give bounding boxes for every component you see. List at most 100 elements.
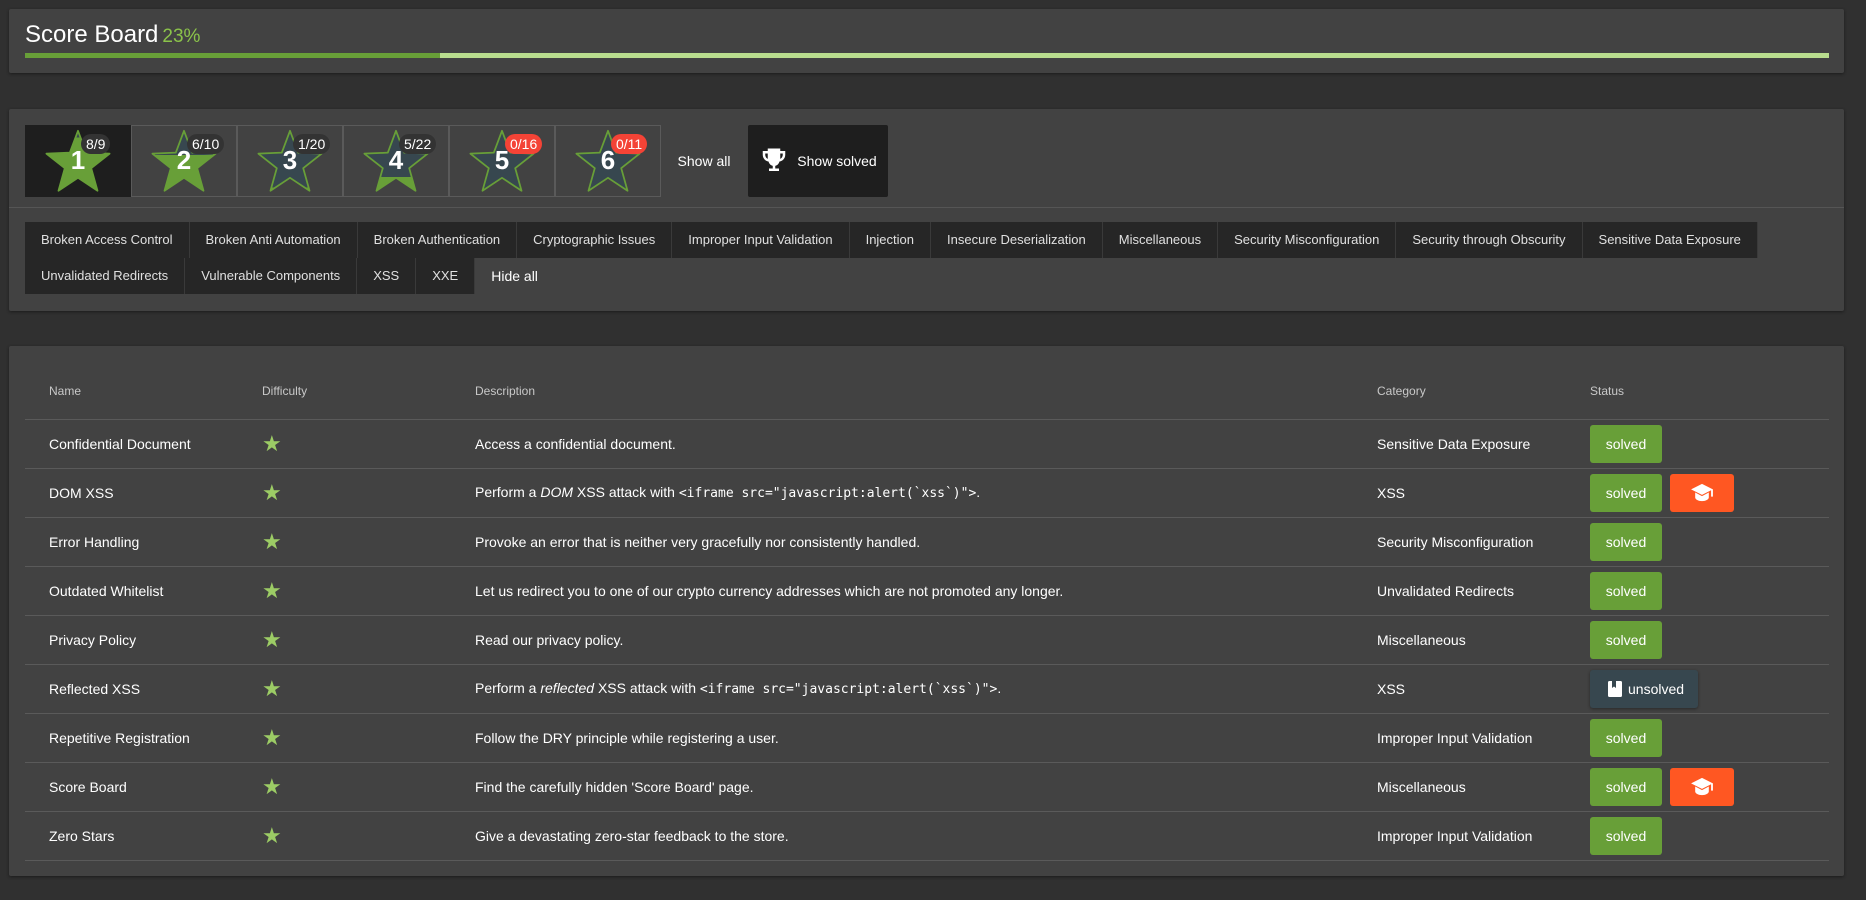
difficulty-filter-1[interactable]: 1 8/9 (25, 125, 131, 197)
challenge-status: solved (1566, 762, 1829, 812)
challenge-difficulty: ★ (238, 517, 451, 567)
progress-bar (25, 53, 1829, 58)
solved-count-badge: 0/16 (505, 134, 543, 154)
column-header-status[interactable]: Status (1566, 364, 1829, 420)
challenge-description: Provoke an error that is neither very gr… (451, 517, 1353, 567)
description-text: Provoke an error that is neither very gr… (475, 533, 921, 550)
challenge-name: Repetitive Registration (25, 713, 238, 763)
progress-percent: 23% (162, 26, 201, 47)
category-filter-xss[interactable]: XSS (357, 258, 417, 294)
solved-count-badge: 0/11 (611, 134, 648, 154)
category-filter-cryptographic-issues[interactable]: Cryptographic Issues (517, 222, 673, 258)
description-text: Follow the DRY principle while registeri… (475, 729, 779, 746)
star-icon: ★ (262, 430, 282, 456)
category-filter-broken-anti-automation[interactable]: Broken Anti Automation (189, 222, 358, 258)
difficulty-filter-row: 1 8/9 2 6/10 3 1/20 4 5/22 5 0/16 6 0/11 Show all Sh… (25, 125, 888, 197)
solved-count-badge: 8/9 (81, 134, 111, 154)
description-text: Access a confidential document. (475, 435, 676, 452)
challenge-description: Perform a DOM XSS attack with <iframe sr… (451, 468, 1353, 518)
category-filter-xxe[interactable]: XXE (416, 258, 476, 294)
solved-button[interactable]: solved (1590, 767, 1662, 806)
page-title: Score Board 23% (25, 21, 200, 49)
table-row: Repetitive Registration ★ Follow the DRY p… (25, 713, 1829, 763)
difficulty-filter-5[interactable]: 5 0/16 (449, 125, 555, 197)
description-text: Read our privacy policy. (475, 631, 624, 648)
challenge-name: Score Board (25, 762, 238, 812)
difficulty-level-label: 1 (70, 145, 86, 175)
hide-all-button[interactable]: Hide all (475, 258, 554, 294)
challenge-difficulty: ★ (238, 762, 451, 812)
hint-button[interactable] (1670, 473, 1734, 512)
table-header-row: Name Difficulty Description Category Sta… (25, 364, 1829, 420)
solved-button[interactable]: solved (1590, 424, 1662, 463)
challenge-category: Security Misconfiguration (1353, 517, 1566, 567)
challenge-status: solved (1566, 811, 1829, 861)
solved-button[interactable]: solved (1590, 718, 1662, 757)
solved-button[interactable]: solved (1590, 522, 1662, 561)
table-row: Outdated Whitelist ★ Let us redirect you t… (25, 566, 1829, 616)
challenge-category: Improper Input Validation (1353, 713, 1566, 763)
category-filter-improper-input-validation[interactable]: Improper Input Validation (672, 222, 850, 258)
category-filter-broken-access-control[interactable]: Broken Access Control (25, 222, 190, 258)
solved-count-badge: 5/22 (399, 134, 437, 154)
solved-button[interactable]: solved (1590, 473, 1662, 512)
challenge-name: Error Handling (25, 517, 238, 567)
description-text: Let us redirect you to one of our crypto… (475, 582, 1064, 599)
star-icon: ★ (262, 626, 282, 652)
hint-button[interactable] (1670, 767, 1734, 806)
challenge-difficulty: ★ (238, 713, 451, 763)
description-em: DOM (540, 484, 574, 500)
category-filter-broken-authentication[interactable]: Broken Authentication (357, 222, 518, 258)
description-text: . (997, 680, 1002, 696)
challenge-category: XSS (1353, 664, 1566, 714)
category-filter-miscellaneous[interactable]: Miscellaneous (1102, 222, 1219, 258)
unsolved-label: unsolved (1628, 680, 1685, 697)
difficulty-filter-6[interactable]: 6 0/11 (555, 125, 661, 197)
column-header-category[interactable]: Category (1353, 364, 1566, 420)
category-filter-insecure-deserialization[interactable]: Insecure Deserialization (931, 222, 1103, 258)
table-row: Error Handling ★ Provoke an error that is … (25, 517, 1829, 567)
challenge-name: Reflected XSS (25, 664, 238, 714)
unsolved-button[interactable]: unsolved (1590, 669, 1699, 708)
table-row: Score Board ★ Find the carefully hidden 'S… (25, 762, 1829, 812)
show-solved-button[interactable]: Show solved (748, 125, 888, 197)
challenge-status: solved (1566, 713, 1829, 763)
category-filter-row-1: Broken Access Control Broken Anti Automat… (25, 222, 1758, 258)
column-header-name[interactable]: Name (25, 364, 238, 420)
solved-button[interactable]: solved (1590, 620, 1662, 659)
difficulty-filter-2[interactable]: 2 6/10 (131, 125, 237, 197)
challenge-description: Follow the DRY principle while registeri… (451, 713, 1353, 763)
challenge-name: DOM XSS (25, 468, 238, 518)
column-header-description: Description (451, 364, 1353, 420)
star-icon: ★ (262, 675, 282, 701)
challenge-name: Privacy Policy (25, 615, 238, 665)
category-filter-injection[interactable]: Injection (849, 222, 931, 258)
challenge-status: solved (1566, 468, 1829, 518)
challenge-difficulty: ★ (238, 664, 451, 714)
category-filter-unvalidated-redirects[interactable]: Unvalidated Redirects (25, 258, 186, 294)
show-all-button[interactable]: Show all (661, 125, 747, 197)
difficulty-filter-3[interactable]: 3 1/20 (237, 125, 343, 197)
category-filter-security-through-obscurity[interactable]: Security through Obscurity (1396, 222, 1583, 258)
challenge-category: Improper Input Validation (1353, 811, 1566, 861)
description-text: Perform a (475, 680, 541, 696)
page-title-text: Score Board (25, 21, 159, 48)
description-code: <iframe src="javascript:alert(`xss`)"> (678, 486, 977, 501)
category-filter-security-misconfiguration[interactable]: Security Misconfiguration (1218, 222, 1397, 258)
solved-button[interactable]: solved (1590, 571, 1662, 610)
challenge-table: Name Difficulty Description Category Sta… (25, 364, 1829, 861)
table-row: Reflected XSS ★ Perform a reflected XSS at… (25, 664, 1829, 714)
solved-button[interactable]: solved (1590, 816, 1662, 855)
category-filter-row-2: Unvalidated Redirects Vulnerable Componen… (25, 258, 554, 294)
column-header-difficulty[interactable]: Difficulty (238, 364, 451, 420)
progress-bar-fill (25, 53, 440, 58)
category-filter-sensitive-data-exposure[interactable]: Sensitive Data Exposure (1582, 222, 1758, 258)
difficulty-filter-4[interactable]: 4 5/22 (343, 125, 449, 197)
star-icon: ★ (262, 773, 282, 799)
challenge-name: Confidential Document (25, 419, 238, 469)
challenge-status: solved (1566, 615, 1829, 665)
challenge-category: XSS (1353, 468, 1566, 518)
challenge-name: Zero Stars (25, 811, 238, 861)
category-filter-vulnerable-components[interactable]: Vulnerable Components (185, 258, 358, 294)
star-icon: ★ (262, 724, 282, 750)
